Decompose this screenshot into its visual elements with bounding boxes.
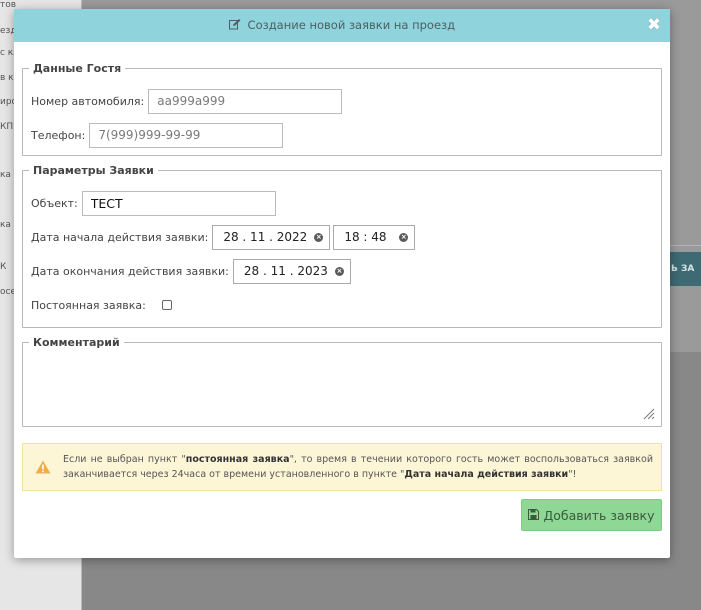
car-number-label: Номер автомобиля: [31,94,145,108]
end-date-value: 28 . 11 . 2023 [243,264,328,278]
object-input[interactable] [81,190,276,216]
guest-data-legend: Данные Гостя [33,62,122,75]
close-icon[interactable]: ✖ [646,17,662,34]
add-request-button[interactable]: Добавить заявку [521,499,662,531]
background-button: Ь ЗА [670,252,701,286]
phone-input[interactable] [89,122,284,148]
background-menu-item: ка [0,170,11,180]
start-time-value: 18 : 48 [344,230,387,244]
phone-label: Телефон: [31,128,86,142]
car-number-row: Номер автомобиля: [31,88,343,114]
end-date-row: Дата окончания действия заявки: 28 . 11 … [31,258,351,284]
background-menu-item: ка [0,220,11,230]
save-icon [528,508,540,523]
alert-text-part: Если не выбран пункт " [63,454,186,465]
clear-icon[interactable]: × [399,232,409,242]
clear-icon[interactable]: × [334,266,344,276]
edit-icon [228,10,241,43]
object-label: Объект: [31,196,78,210]
background-menu-item: КП [0,122,14,132]
phone-row: Телефон: [31,122,284,148]
permanent-label: Постоянная заявка: [31,298,146,312]
guest-data-fieldset: Данные Гостя Номер автомобиля: Телефон: [22,62,662,156]
request-params-legend: Параметры Заявки [33,164,154,177]
resize-grip-icon[interactable] [643,408,655,420]
end-date-input[interactable]: 28 . 11 . 2023 × [232,258,351,284]
object-row: Объект: [31,190,276,216]
alert-text-part: "! [568,469,577,480]
comment-area [23,355,661,426]
add-request-label: Добавить заявку [543,507,655,523]
car-number-input[interactable] [148,88,343,114]
start-date-input[interactable]: 28 . 11 . 2022 × [212,224,331,250]
start-date-value: 28 . 11 . 2022 [223,230,308,244]
start-date-row: Дата начала действия заявки: 28 . 11 . 2… [31,224,416,250]
comment-fieldset: Комментарий [22,336,662,427]
alert-text-bold: Дата начала действия заявки [404,469,569,480]
start-date-label: Дата начала действия заявки: [31,230,209,244]
background-divider [670,245,701,246]
request-params-fieldset: Параметры Заявки Объект: Дата начала дей… [22,164,662,328]
comment-textarea[interactable] [23,355,661,426]
comment-legend: Комментарий [33,336,120,349]
alert-text: Если не выбран пункт "постоянная заявка "… [63,452,661,482]
modal-header: Создание новой заявки на проезд ✖ [14,9,670,42]
end-date-label: Дата окончания действия заявки: [31,264,229,278]
modal-title: Создание новой заявки на проезд [247,18,456,32]
background-menu-item: К [0,262,7,272]
create-request-modal: Создание новой заявки на проезд ✖ Данные… [14,9,670,558]
permanent-row: Постоянная заявка: [31,292,172,318]
alert-text-bold: постоянная заявка [185,454,290,465]
info-alert: Если не выбран пункт "постоянная заявка "… [22,443,662,491]
start-time-input[interactable]: 18 : 48 × [333,224,416,250]
warning-icon [23,460,63,474]
clear-icon[interactable]: × [314,232,324,242]
permanent-checkbox[interactable] [161,300,172,310]
